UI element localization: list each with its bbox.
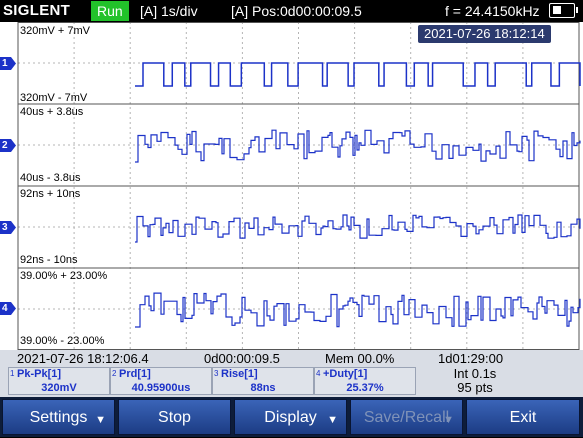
ch4-upper-label: 39.00% + 23.00% [20, 270, 108, 282]
timebase-label[interactable]: [A] 1s/div [140, 2, 198, 20]
measurement-value: 25.37% [346, 382, 384, 394]
acquisition-info: Int 0.1s 95 pts [420, 367, 530, 395]
status-memory: Mem 00.0% [325, 351, 395, 366]
ch3-lower-label: 92ns - 10ns [20, 254, 78, 266]
measurement-value: 40.95900us [131, 382, 191, 394]
save-recall-button[interactable]: Save/Recall ▼ [350, 399, 463, 435]
ch3-trace [135, 214, 581, 243]
battery-icon [549, 3, 578, 18]
ch2-trace [135, 129, 581, 163]
ch1-upper-label: 320mV + 7mV [20, 25, 91, 37]
capture-timestamp: 2021-07-26 18:12:14 [418, 25, 551, 43]
measurement-label: Prd[1] [119, 368, 151, 380]
top-status-bar: SIGLENT Run [A] 1s/div [A] Pos:0d00:00:0… [0, 0, 583, 22]
measurement-cell[interactable]: 3 Rise[1] 88ns [212, 367, 314, 395]
ch3-marker[interactable]: 3 [0, 221, 16, 234]
measurement-cell[interactable]: 2 Prd[1] 40.95900us [110, 367, 212, 395]
ch1-lower-label: 320mV - 7mV [20, 92, 88, 104]
ch2-lower-label: 40us - 3.8us [20, 172, 81, 184]
measurement-label: Pk-Pk[1] [17, 368, 62, 380]
ch1-trace [135, 62, 581, 87]
run-state-badge[interactable]: Run [91, 1, 129, 21]
status-date: 2021-07-26 18:12:06.4 [17, 351, 149, 366]
waveform-grid [17, 22, 581, 350]
status-interval: Int 0.1s [453, 366, 497, 381]
brand-logo: SIGLENT [3, 2, 71, 19]
measurement-cell[interactable]: 4 +Duty[1] 25.37% [314, 367, 416, 395]
oscilloscope-screen: SIGLENT Run [A] 1s/div [A] Pos:0d00:00:0… [0, 0, 583, 437]
measurement-value: 88ns [250, 382, 276, 394]
status-elapsed: 0d00:00:09.5 [204, 351, 280, 366]
softkey-bar: Settings ▼ Stop Display ▼ Save/Recall ▼ Exi… [0, 397, 583, 437]
chevron-down-icon: ▼ [95, 414, 106, 426]
measurement-label: Rise[1] [221, 368, 258, 380]
ch4-marker[interactable]: 4 [0, 302, 16, 315]
settings-button[interactable]: Settings ▼ [2, 399, 115, 435]
ch1-marker[interactable]: 1 [0, 57, 16, 70]
display-button[interactable]: Display ▼ [234, 399, 347, 435]
ch2-upper-label: 40us + 3.8us [20, 106, 84, 118]
frequency-readout: f = 24.4150kHz [445, 3, 540, 19]
chevron-down-icon: ▼ [327, 414, 338, 426]
position-label[interactable]: [A] Pos:0d00:00:09.5 [231, 2, 362, 20]
waveform-display[interactable]: 320mV + 7mV 320mV - 7mV 40us + 3.8us 40u… [0, 22, 583, 350]
status-duration: 1d01:29:00 [438, 351, 504, 366]
chevron-down-icon: ▼ [443, 414, 454, 426]
ch4-lower-label: 39.00% - 23.00% [20, 335, 105, 347]
measurement-label: +Duty[1] [323, 368, 368, 380]
exit-button[interactable]: Exit [466, 399, 580, 435]
measurement-cell[interactable]: 1 Pk-Pk[1] 320mV [8, 367, 110, 395]
ch3-upper-label: 92ns + 10ns [20, 188, 81, 200]
measurement-value: 320mV [41, 382, 77, 394]
ch4-trace [135, 292, 581, 328]
stop-button[interactable]: Stop [118, 399, 231, 435]
status-points: 95 pts [457, 380, 493, 395]
ch2-marker[interactable]: 2 [0, 139, 16, 152]
info-bar: 2021-07-26 18:12:06.4 0d00:00:09.5 Mem 0… [0, 350, 583, 397]
